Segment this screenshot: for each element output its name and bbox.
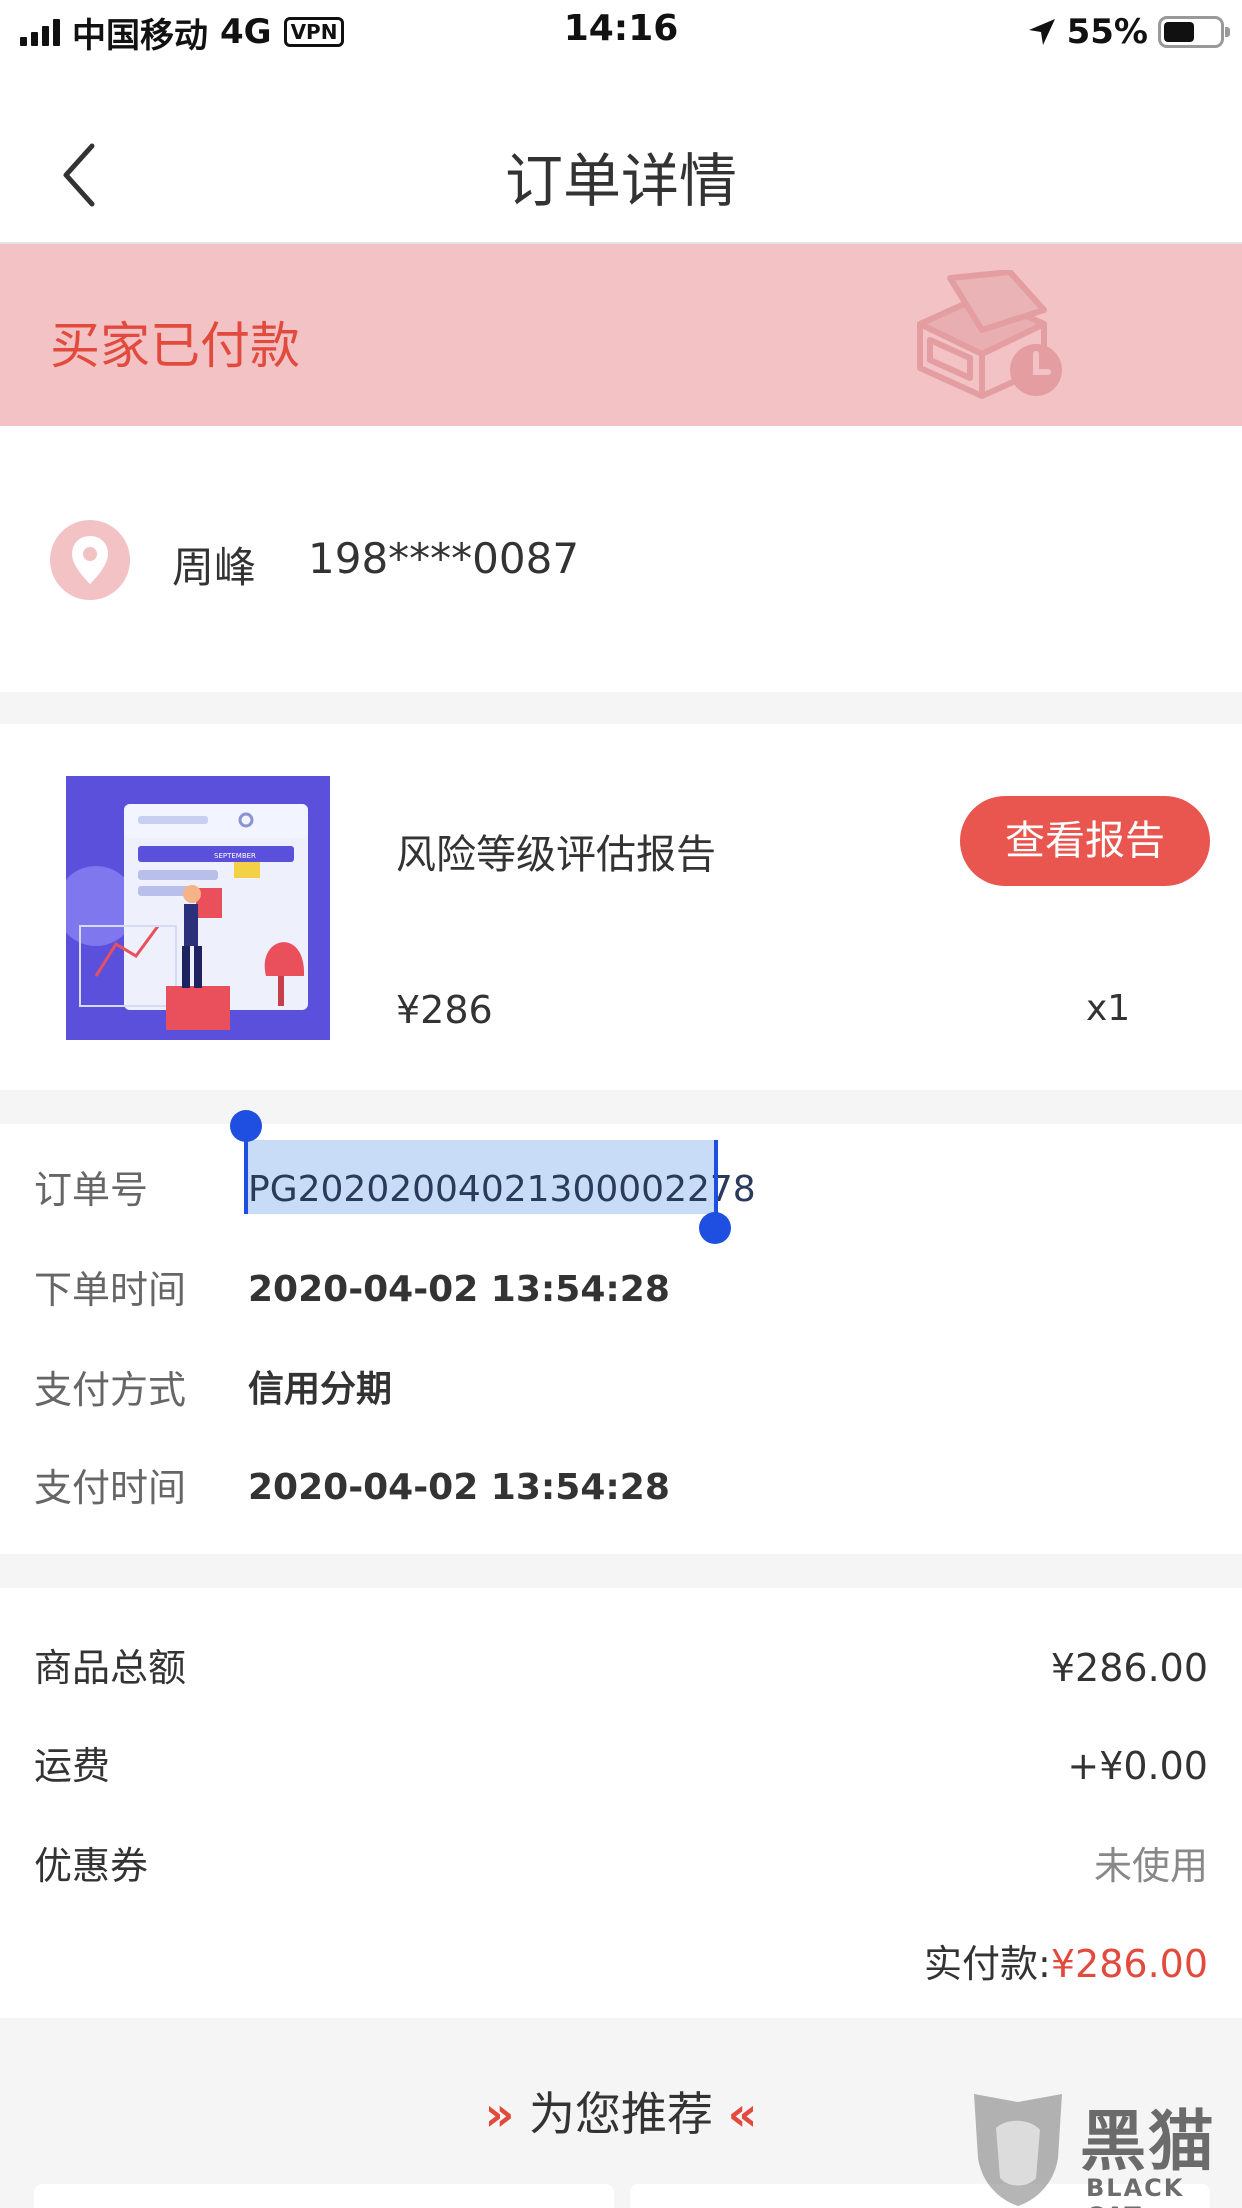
location-pin-icon <box>50 520 130 600</box>
coupon-value: 未使用 <box>1093 1844 1208 1888</box>
recipient-name: 周峰 <box>172 543 257 592</box>
shipping-row: 运费 +¥0.00 <box>0 1736 1242 1796</box>
payment-method-row: 支付方式 信用分期 <box>0 1360 1242 1420</box>
status-bar-right: 55% <box>1027 10 1230 54</box>
page-title: 订单详情 <box>504 147 737 215</box>
thumbnail-month-text: SEPTEMBER <box>214 852 256 860</box>
amount-paid: 实付款:¥286.00 <box>924 1934 1208 1994</box>
order-number-label: 订单号 <box>34 1168 149 1212</box>
selection-start-bar[interactable] <box>244 1140 248 1214</box>
battery-percent: 55% <box>1066 12 1148 52</box>
product-name[interactable]: 风险等级评估报告 <box>396 822 716 880</box>
product-thumbnail[interactable]: SEPTEMBER <box>66 776 330 1040</box>
selection-end-handle[interactable] <box>699 1212 731 1244</box>
package-clock-icon <box>917 270 1062 399</box>
subtotal-row: 商品总额 ¥286.00 <box>0 1638 1242 1698</box>
view-report-button[interactable]: 查看报告 <box>960 796 1210 886</box>
order-status-banner: 买家已付款 <box>0 244 1242 426</box>
address-card[interactable]: 周峰 198****0087 <box>0 426 1242 692</box>
payment-method-value: 信用分期 <box>248 1369 393 1410</box>
product-price: ¥286 <box>396 988 493 1032</box>
subtotal-value: ¥286.00 <box>1050 1646 1208 1690</box>
shipping-label: 运费 <box>34 1744 111 1788</box>
subtotal-label: 商品总额 <box>34 1646 187 1690</box>
coupon-label: 优惠券 <box>34 1844 149 1888</box>
status-bar: 中国移动 4G VPN 14:16 55% <box>0 0 1242 62</box>
order-time-label: 下单时间 <box>34 1268 187 1312</box>
payment-time-label: 支付时间 <box>34 1466 187 1510</box>
payment-time-row: 支付时间 2020-04-02 13:54:28 <box>0 1458 1242 1518</box>
location-arrow-icon <box>1028 19 1055 45</box>
nav-bar: 订单详情 <box>0 62 1242 244</box>
order-time-row: 下单时间 2020-04-02 13:54:28 <box>0 1260 1242 1320</box>
payment-time-value: 2020-04-02 13:54:28 <box>248 1467 670 1508</box>
watermark-en-text: BLACK CAT <box>1086 2174 1185 2208</box>
product-card: SEPTEMBER 风险等级评估报告 查看报告 ¥286 x1 <box>0 724 1242 1090</box>
amount-paid-label: 实付款: <box>924 1942 1051 1986</box>
recommend-card[interactable] <box>34 2184 614 2208</box>
amount-paid-value: ¥286.00 <box>1050 1942 1208 1986</box>
double-chevron-right-icon: » <box>484 2087 515 2141</box>
watermark: 黑猫 BLACK CAT <box>966 2088 1242 2208</box>
battery-icon <box>1158 16 1230 48</box>
order-number-value[interactable]: PG20202004021300002278 <box>248 1160 756 1220</box>
watermark-cn-text: 黑猫 <box>1080 2103 1216 2180</box>
selection-end-bar[interactable] <box>714 1140 718 1214</box>
recommend-title: 为您推荐 <box>529 2087 713 2141</box>
shipping-value: +¥0.00 <box>1067 1744 1208 1788</box>
order-number-row: 订单号 PG20202004021300002278 <box>0 1160 1242 1220</box>
price-summary-section: 商品总额 ¥286.00 运费 +¥0.00 优惠券 未使用 实付款:¥286.… <box>0 1588 1242 2018</box>
payment-method-label: 支付方式 <box>34 1368 187 1412</box>
order-status-text: 买家已付款 <box>50 317 300 375</box>
product-quantity: x1 <box>1086 988 1131 1029</box>
selection-start-handle[interactable] <box>230 1110 262 1142</box>
black-cat-logo-icon <box>974 2094 1062 2206</box>
order-time-value: 2020-04-02 13:54:28 <box>248 1269 670 1310</box>
recipient-phone: 198****0087 <box>308 534 580 583</box>
double-chevron-left-icon: « <box>727 2087 758 2141</box>
coupon-row: 优惠券 未使用 <box>0 1836 1242 1896</box>
